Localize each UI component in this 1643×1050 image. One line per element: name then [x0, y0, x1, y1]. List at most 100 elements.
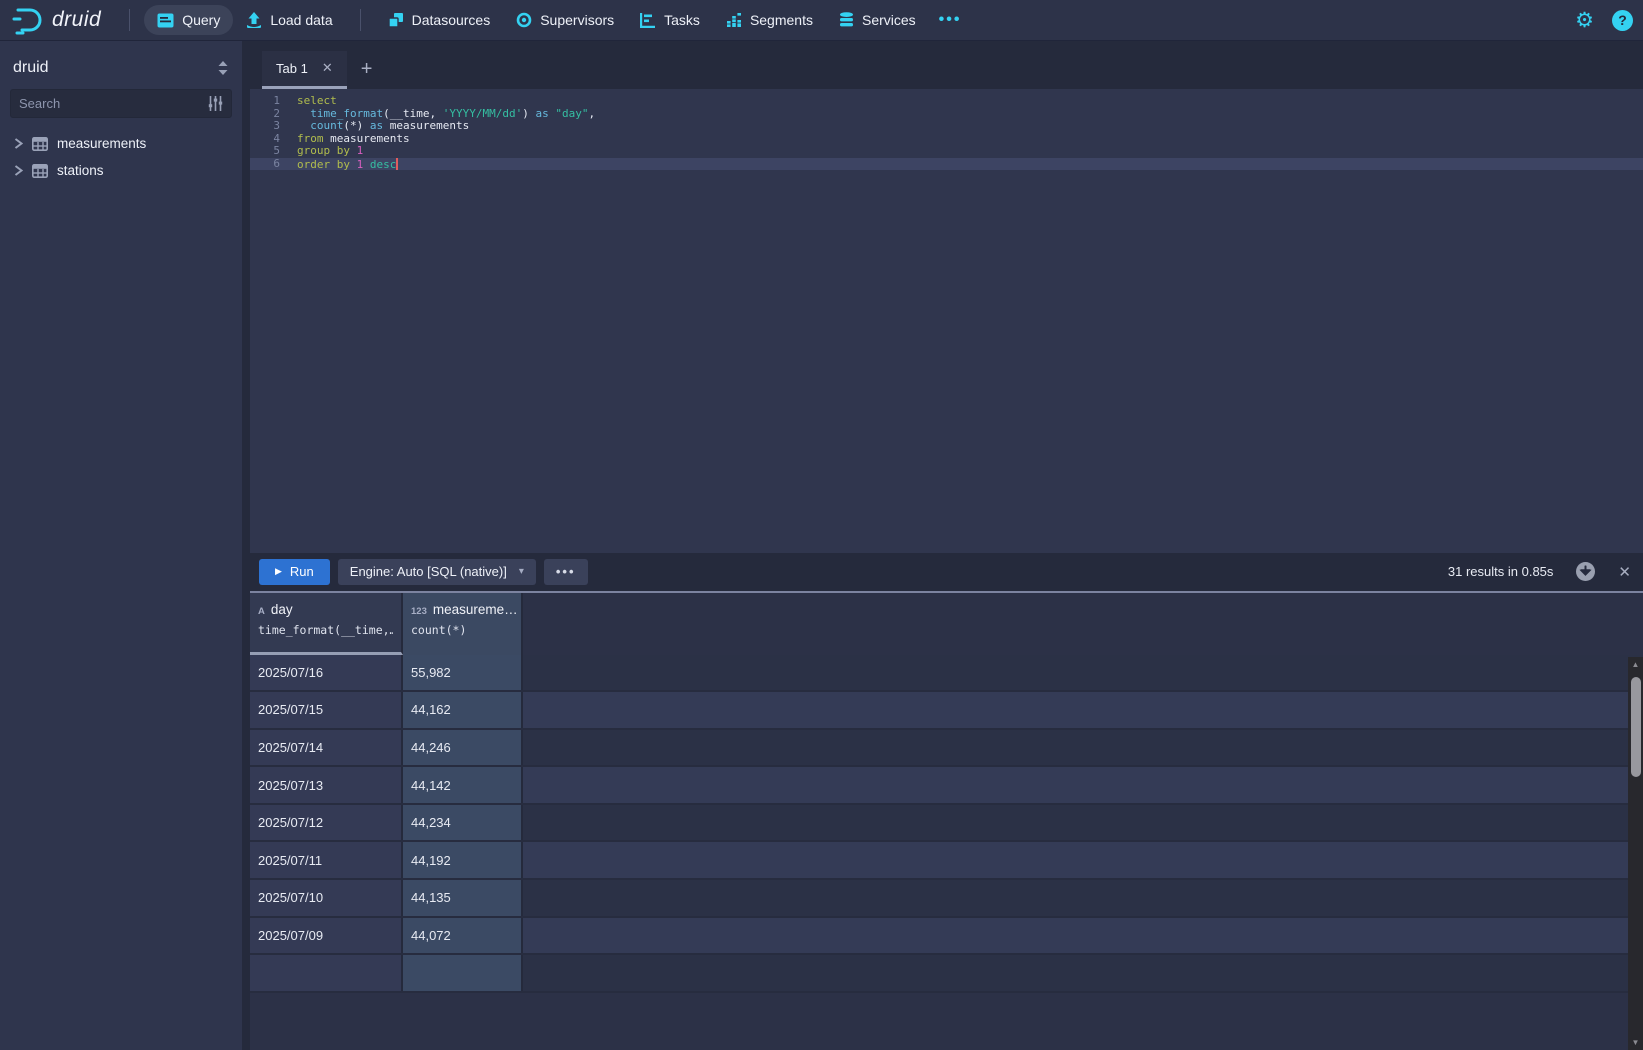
help-icon[interactable]: ? — [1612, 10, 1633, 31]
column-name: measureme… — [433, 602, 518, 617]
filter-sliders-icon[interactable] — [208, 96, 223, 111]
table-row[interactable]: 2025/07/1655,982 — [250, 655, 1643, 693]
measurements-cell[interactable]: 44,246 — [403, 730, 523, 766]
download-icon[interactable] — [1575, 561, 1596, 582]
tree-item-stations[interactable]: stations — [10, 157, 232, 184]
console-icon — [157, 13, 174, 28]
day-cell[interactable]: 2025/07/09 — [250, 918, 403, 954]
table-row[interactable]: 2025/07/1544,162 — [250, 692, 1643, 730]
tree-item-measurements[interactable]: measurements — [10, 130, 232, 157]
table-row[interactable]: 2025/07/1344,142 — [250, 767, 1643, 805]
table-row[interactable]: 2025/07/1044,135 — [250, 880, 1643, 918]
tab-bar: Tab 1 ✕ + — [250, 41, 1643, 89]
run-bar: ▶ Run Engine: Auto [SQL (native)] ▾ ••• … — [250, 553, 1643, 591]
line-number: 1 — [250, 95, 280, 108]
nav-divider — [360, 9, 361, 31]
nav-divider — [129, 9, 130, 31]
results-header: A day time_format(__time,… 123 measureme… — [250, 593, 1643, 655]
day-cell[interactable]: 2025/07/15 — [250, 692, 403, 728]
new-tab-button[interactable]: + — [347, 52, 387, 89]
double-caret-icon — [217, 61, 229, 75]
nav-item-query[interactable]: Query — [144, 5, 233, 35]
measurements-cell[interactable]: 44,162 — [403, 692, 523, 728]
row-filler — [523, 805, 1643, 841]
scroll-down-icon[interactable]: ▼ — [1632, 1035, 1640, 1050]
nav-item-load-data[interactable]: Load data — [233, 5, 345, 35]
table-icon — [32, 137, 48, 151]
table-name: stations — [57, 163, 104, 178]
upload-icon — [246, 12, 262, 28]
nav-item-supervisors[interactable]: Supervisors — [503, 5, 627, 35]
code-line: 4from measurements — [250, 133, 1643, 146]
row-filler — [523, 767, 1643, 803]
nav-more-button[interactable]: ••• — [929, 7, 972, 33]
line-number: 3 — [250, 120, 280, 133]
chevron-right-icon[interactable] — [14, 138, 23, 149]
column-header-measurements[interactable]: 123 measureme… count(*) — [403, 593, 523, 655]
run-label: Run — [290, 564, 314, 579]
text-cursor — [396, 158, 398, 170]
measurements-cell[interactable]: 44,142 — [403, 767, 523, 803]
column-name: day — [271, 602, 293, 617]
table-row[interactable] — [250, 955, 1643, 993]
druid-logo[interactable]: druid — [12, 5, 101, 35]
run-button[interactable]: ▶ Run — [259, 559, 330, 585]
tab-label: Tab 1 — [276, 61, 308, 76]
nav-item-tasks[interactable]: Tasks — [627, 5, 713, 35]
row-filler — [523, 918, 1643, 954]
nav-item-label: Supervisors — [540, 12, 614, 28]
day-cell[interactable] — [250, 955, 403, 991]
tab-close-icon[interactable]: ✕ — [322, 60, 333, 76]
query-more-button[interactable]: ••• — [544, 559, 588, 585]
day-cell[interactable]: 2025/07/11 — [250, 842, 403, 878]
top-nav: druid Query Load data Datasources Superv… — [0, 0, 1643, 41]
brand-name: druid — [52, 8, 101, 32]
nav-item-segments[interactable]: Segments — [713, 5, 826, 35]
tab-1[interactable]: Tab 1 ✕ — [262, 51, 347, 89]
schema-selector[interactable]: druid — [10, 53, 232, 89]
table-row[interactable]: 2025/07/1144,192 — [250, 842, 1643, 880]
eye-icon — [516, 12, 532, 28]
nav-item-services[interactable]: Services — [826, 5, 929, 35]
code-lines: 1select2 time_format(__time, 'YYYY/MM/dd… — [250, 95, 1643, 170]
caret-down-icon: ▾ — [519, 566, 524, 577]
measurements-cell[interactable]: 44,234 — [403, 805, 523, 841]
engine-dropdown[interactable]: Engine: Auto [SQL (native)] ▾ — [338, 559, 536, 585]
measurements-cell[interactable] — [403, 955, 523, 991]
measurements-cell[interactable]: 44,135 — [403, 880, 523, 916]
day-cell[interactable]: 2025/07/14 — [250, 730, 403, 766]
nav-item-datasources[interactable]: Datasources — [375, 5, 504, 35]
table-row[interactable]: 2025/07/0944,072 — [250, 918, 1643, 956]
measurements-cell[interactable]: 44,072 — [403, 918, 523, 954]
code-line: 5group by 1 — [250, 145, 1643, 158]
scrollbar-thumb[interactable] — [1631, 677, 1641, 777]
string-type-icon: A — [258, 606, 265, 617]
day-cell[interactable]: 2025/07/16 — [250, 655, 403, 691]
column-header-day[interactable]: A day time_format(__time,… — [250, 593, 403, 655]
scrollbar-track[interactable] — [1628, 672, 1643, 1036]
table-name: measurements — [57, 136, 146, 151]
day-cell[interactable]: 2025/07/12 — [250, 805, 403, 841]
datasources-icon — [388, 12, 404, 28]
day-cell[interactable]: 2025/07/10 — [250, 880, 403, 916]
search-box — [10, 89, 232, 118]
scroll-up-icon[interactable]: ▲ — [1632, 657, 1640, 672]
column-expression: time_format(__time,… — [258, 623, 393, 637]
results-scrollbar[interactable]: ▲ ▼ — [1628, 657, 1643, 1050]
measurements-cell[interactable]: 44,192 — [403, 842, 523, 878]
measurements-cell[interactable]: 55,982 — [403, 655, 523, 691]
close-results-icon[interactable]: ✕ — [1618, 563, 1631, 581]
table-row[interactable]: 2025/07/1244,234 — [250, 805, 1643, 843]
row-filler — [523, 692, 1643, 728]
gear-icon[interactable]: ⚙ — [1575, 10, 1594, 31]
table-row[interactable]: 2025/07/1444,246 — [250, 730, 1643, 768]
nav-item-label: Tasks — [664, 12, 700, 28]
nav-item-label: Load data — [270, 12, 332, 28]
code-line: 3 count(*) as measurements — [250, 120, 1643, 133]
table-tree: measurements stations — [10, 130, 232, 184]
row-filler — [523, 655, 1643, 691]
chevron-right-icon[interactable] — [14, 165, 23, 176]
search-input[interactable] — [19, 96, 208, 111]
day-cell[interactable]: 2025/07/13 — [250, 767, 403, 803]
sql-editor[interactable]: 1select2 time_format(__time, 'YYYY/MM/dd… — [250, 89, 1643, 553]
